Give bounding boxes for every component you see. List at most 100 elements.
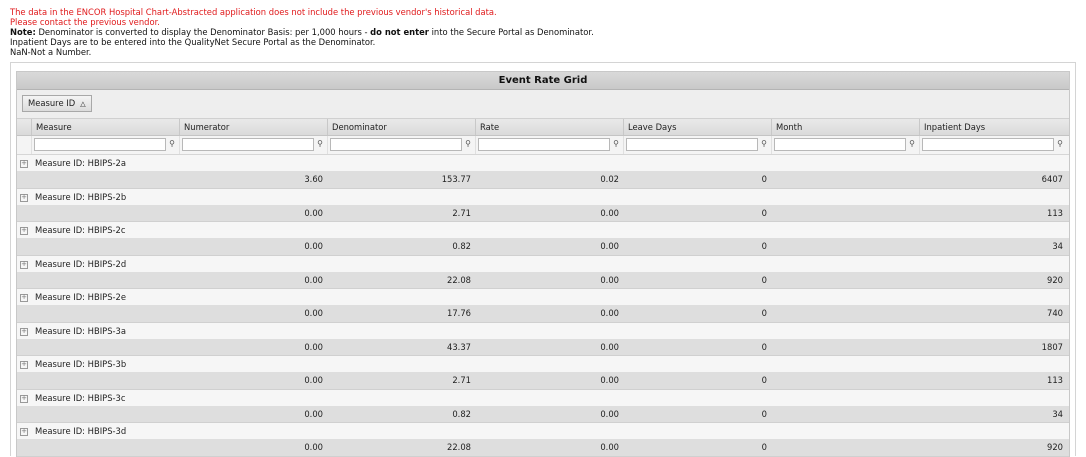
contact-vendor-note: Please contact the previous vendor. [10, 17, 160, 27]
cell-denominator: 0.82 [452, 241, 471, 251]
row-indent [17, 406, 31, 423]
column-header-inpatient-days[interactable]: Inpatient Days [919, 119, 1067, 135]
cell-leave-days: 0 [761, 274, 767, 285]
cell-denominator: 22.08 [447, 442, 471, 452]
cell-month [771, 305, 919, 322]
group-label: Measure ID: HBIPS-3a [35, 325, 127, 336]
filter-input-denominator[interactable] [330, 138, 462, 151]
group-label: Measure ID: HBIPS-2b [35, 191, 127, 202]
filter-input-leave-days[interactable] [626, 138, 758, 151]
group-row[interactable]: + Measure ID: HBIPS-2c [17, 222, 1069, 238]
cell-numerator: 0.00 [304, 241, 323, 251]
filter-icon[interactable]: ⚲ [908, 139, 916, 148]
filter-icon[interactable]: ⚲ [612, 139, 620, 148]
expand-plus-icon[interactable]: + [17, 192, 31, 202]
event-rate-grid: Event Rate Grid Measure ID △ Measure Nume… [16, 71, 1070, 457]
group-row[interactable]: + Measure ID: HBIPS-3c [17, 389, 1069, 406]
column-header-month[interactable]: Month [771, 119, 919, 135]
expand-plus-icon[interactable]: + [17, 259, 31, 269]
group-row[interactable]: + Measure ID: HBIPS-3b [17, 356, 1069, 372]
column-header-denominator[interactable]: Denominator [327, 119, 475, 135]
cell-rate: 0.02 [600, 174, 619, 184]
expand-plus-icon[interactable]: + [17, 326, 31, 336]
cell-measure [31, 238, 179, 255]
expander-glyph: + [20, 326, 28, 336]
cell-inpatient-days: 34 [1052, 241, 1063, 251]
filter-input-month[interactable] [774, 138, 906, 151]
cell-numerator: 0.00 [304, 207, 323, 218]
column-header-measure[interactable]: Measure [31, 119, 179, 135]
cell-leave-days: 0 [761, 207, 767, 218]
filter-icon[interactable]: ⚲ [1056, 139, 1064, 148]
expand-plus-icon[interactable]: + [17, 158, 31, 168]
filter-icon[interactable]: ⚲ [316, 139, 324, 148]
table-row[interactable]: 0.00 22.08 0.00 0 920 [17, 271, 1069, 289]
filter-icon[interactable]: ⚲ [168, 139, 176, 148]
note-text-a: Denominator is converted to display the … [35, 27, 371, 37]
expander-glyph: + [20, 226, 28, 235]
cell-leave-days: 0 [761, 341, 767, 352]
cell-measure [31, 305, 179, 322]
filter-icon[interactable]: ⚲ [464, 139, 472, 148]
cell-leave-days: 0 [761, 174, 767, 184]
expand-plus-icon[interactable]: + [17, 426, 31, 436]
cell-numerator: 3.60 [304, 174, 323, 184]
column-header-numerator[interactable]: Numerator [179, 119, 327, 135]
table-row[interactable]: 0.00 17.76 0.00 0 740 [17, 305, 1069, 323]
filter-icon[interactable]: ⚲ [760, 139, 768, 148]
group-label: Measure ID: HBIPS-2d [35, 258, 127, 269]
group-row[interactable]: + Measure ID: HBIPS-2e [17, 289, 1069, 305]
sort-asc-icon: △ [80, 100, 86, 108]
table-row[interactable]: 0.00 0.82 0.00 0 34 [17, 238, 1069, 256]
cell-denominator: 22.08 [447, 274, 471, 285]
row-indent [17, 238, 31, 255]
group-row[interactable]: + Measure ID: HBIPS-3a [17, 322, 1069, 339]
expand-plus-icon[interactable]: + [17, 225, 31, 235]
table-row[interactable]: 0.00 22.08 0.00 0 920 [17, 439, 1069, 457]
table-row[interactable]: 0.00 0.82 0.00 0 34 [17, 405, 1069, 423]
group-panel: Measure ID △ [17, 90, 1069, 119]
cell-measure [31, 339, 179, 356]
cell-denominator: 43.37 [447, 341, 471, 352]
row-indent [17, 439, 31, 456]
cell-month [771, 171, 919, 188]
filter-input-rate[interactable] [478, 138, 610, 151]
table-row[interactable]: 0.00 43.37 0.00 0 1807 [17, 338, 1069, 356]
group-label: Measure ID: HBIPS-2c [35, 225, 126, 235]
cell-rate: 0.00 [600, 274, 619, 285]
cell-numerator: 0.00 [304, 375, 323, 385]
cell-rate: 0.00 [600, 207, 619, 218]
filter-input-numerator[interactable] [182, 138, 314, 151]
note-text-b: into the Secure Portal as Denominator. [428, 27, 594, 37]
cell-month [771, 406, 919, 423]
column-header-rate[interactable]: Rate [475, 119, 623, 135]
table-row[interactable]: 0.00 2.71 0.00 0 113 [17, 372, 1069, 390]
cell-inpatient-days: 920 [1047, 274, 1063, 285]
cell-rate: 0.00 [600, 341, 619, 352]
group-row[interactable]: + Measure ID: HBIPS-3d [17, 423, 1069, 439]
group-chip-label: Measure ID [28, 98, 76, 108]
filter-cell-rate: ⚲ [475, 136, 623, 154]
filter-cell-leave-days: ⚲ [623, 136, 771, 154]
column-header-leave-days[interactable]: Leave Days [623, 119, 771, 135]
cell-inpatient-days: 34 [1052, 408, 1063, 419]
filter-input-measure[interactable] [34, 138, 166, 151]
group-row[interactable]: + Measure ID: HBIPS-2d [17, 255, 1069, 272]
expand-plus-icon[interactable]: + [17, 292, 31, 302]
cell-denominator: 0.82 [452, 408, 471, 419]
group-row[interactable]: + Measure ID: HBIPS-2a [17, 155, 1069, 171]
expand-plus-icon[interactable]: + [17, 359, 31, 369]
filter-input-inpatient-days[interactable] [922, 138, 1054, 151]
cell-month [771, 439, 919, 456]
group-by-measure-id-chip[interactable]: Measure ID △ [22, 95, 92, 112]
cell-measure [31, 406, 179, 423]
group-row[interactable]: + Measure ID: HBIPS-2b [17, 188, 1069, 205]
cell-measure [31, 439, 179, 456]
cell-month [771, 238, 919, 255]
row-indent [17, 272, 31, 289]
expand-plus-icon[interactable]: + [17, 393, 31, 403]
column-header-row: Measure Numerator Denominator Rate Leave… [17, 119, 1069, 136]
filter-cell-numerator: ⚲ [179, 136, 327, 154]
table-row[interactable]: 0.00 2.71 0.00 0 113 [17, 204, 1069, 222]
table-row[interactable]: 3.60 153.77 0.02 0 6407 [17, 171, 1069, 189]
